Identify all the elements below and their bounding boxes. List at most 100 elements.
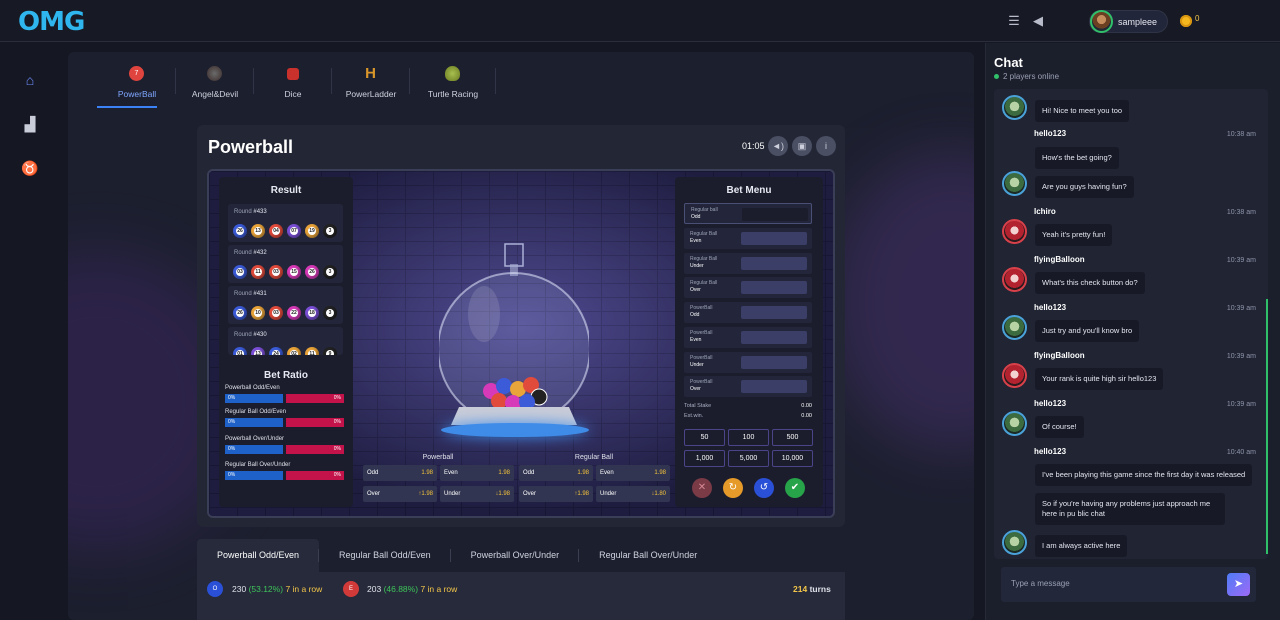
tab-regular-over-under[interactable]: Regular Ball Over/Under: [579, 539, 717, 572]
bet-row[interactable]: PowerBall Over: [684, 376, 812, 397]
tab-powerball-over-under[interactable]: Powerball Over/Under: [451, 539, 580, 572]
tab-dice[interactable]: Dice: [254, 62, 332, 107]
ratio-bar-right: 0%: [286, 445, 344, 454]
bet-row[interactable]: Regular Ball Over: [684, 277, 812, 298]
chat-username: flyingBalloon: [1034, 351, 1085, 360]
bet-amount-input[interactable]: [742, 208, 808, 221]
chat-message: Yeah it's pretty fun!: [1035, 224, 1113, 246]
sound-icon[interactable]: ◄): [768, 136, 788, 156]
ranking-icon[interactable]: ▟: [20, 114, 40, 134]
top-bar: OMG ☰ ◀ sampleee 0: [0, 0, 1280, 42]
even-stats: 203 (46.88%) 7 in a row: [367, 584, 458, 594]
coin-balance: 0: [1195, 14, 1200, 23]
angel-devil-icon: [207, 66, 222, 81]
result-title: Result: [270, 185, 302, 196]
chip-5000[interactable]: 5,000: [728, 450, 769, 467]
chat-message: Your rank is quite high sir hello123: [1035, 368, 1164, 390]
bet-amount-input[interactable]: [741, 306, 807, 319]
game-tabs: 7 PowerBall Angel&Devil Dice H PowerLadd…: [97, 62, 496, 108]
bet-menu-panel: Bet Menu Regular ball Odd Regular Ball Eve…: [675, 177, 823, 507]
odds-regular-title: Regular Ball: [574, 454, 614, 461]
bet-amount-input[interactable]: [741, 331, 807, 344]
coin-icon: [1180, 15, 1192, 27]
chip-50[interactable]: 50: [684, 429, 725, 446]
chat-panel: Chat 2 players online Hi! Nice to meet y…: [985, 43, 1280, 620]
odds-cell[interactable]: Over ↑1.98: [519, 486, 593, 502]
tab-angel-devil[interactable]: Angel&Devil: [176, 62, 254, 107]
list-icon[interactable]: ☰: [1006, 13, 1022, 29]
omg-logo[interactable]: OMG: [18, 7, 85, 37]
left-sidebar: ⌂ ▟ ♉: [0, 43, 60, 620]
tab-powerball[interactable]: 7 PowerBall: [97, 62, 176, 108]
result-panel: Result Round #433 26 13 04 07 19 3 Round…: [219, 177, 353, 507]
ratio-bar-right: 0%: [286, 418, 344, 427]
chat-scrollbar[interactable]: [1266, 299, 1268, 554]
send-icon[interactable]: ➤: [1227, 573, 1250, 596]
megaphone-icon[interactable]: ◀: [1030, 13, 1046, 29]
round-timer: 01:05: [742, 141, 765, 151]
chip-100[interactable]: 100: [728, 429, 769, 446]
avatar: [1002, 363, 1027, 388]
bet-row[interactable]: PowerBall Odd: [684, 302, 812, 323]
rules-icon[interactable]: ▣: [792, 136, 812, 156]
bet-row[interactable]: Regular Ball Even: [684, 228, 812, 249]
zodiac-icon[interactable]: ♉: [20, 158, 40, 178]
tab-regular-odd-even[interactable]: Regular Ball Odd/Even: [319, 539, 451, 572]
dice-icon: [287, 68, 299, 80]
avatar: [1002, 530, 1027, 555]
bet-amount-input[interactable]: [741, 380, 807, 393]
chip-10000[interactable]: 10,000: [772, 450, 813, 467]
chat-message: What's this check button do?: [1035, 272, 1145, 294]
tab-turtle-racing[interactable]: Turtle Racing: [410, 62, 496, 107]
bet-row[interactable]: Regular Ball Under: [684, 253, 812, 274]
refresh-button[interactable]: ↻: [723, 478, 743, 498]
result-round: Round #433 26 13 04 07 19 3: [228, 204, 343, 242]
chat-time: 10:38 am: [1226, 131, 1256, 138]
ratio-bar-left: 0%: [225, 418, 283, 427]
bet-row[interactable]: PowerBall Under: [684, 352, 812, 373]
bet-amount-input[interactable]: [741, 356, 807, 369]
chat-username: hello123: [1034, 447, 1067, 456]
odds-cell[interactable]: Even 1.98: [440, 465, 514, 481]
bet-amount-input[interactable]: [741, 281, 807, 294]
result-round: Round #432 03 11 03 15 26 3: [228, 245, 343, 283]
bet-menu-title: Bet Menu: [726, 185, 772, 196]
odds-cell[interactable]: Over ↑1.98: [363, 486, 437, 502]
ratio-bar-right: 0%: [286, 394, 344, 403]
chat-time: 10:39 am: [1226, 257, 1256, 264]
tab-powerladder[interactable]: H PowerLadder: [332, 62, 410, 107]
user-profile-pill[interactable]: sampleee: [1089, 10, 1168, 33]
odds-cell[interactable]: Odd 1.98: [363, 465, 437, 481]
bet-row[interactable]: Regular ball Odd: [684, 203, 812, 224]
avatar: [1002, 411, 1027, 436]
game-panel: Powerball 01:05 ◄) ▣ i Result Round #433…: [197, 125, 845, 527]
chat-time: 10:38 am: [1226, 209, 1256, 216]
chip-500[interactable]: 500: [772, 429, 813, 446]
confirm-bet-button[interactable]: ✔: [785, 478, 805, 498]
undo-button[interactable]: ↺: [754, 478, 774, 498]
avatar: [1002, 171, 1027, 196]
chat-time: 10:39 am: [1226, 353, 1256, 360]
ratio-bar-left: 0%: [225, 471, 283, 480]
odds-cell[interactable]: Under ↓1.80: [596, 486, 670, 502]
globe-base-glow: [441, 423, 589, 437]
chat-time: 10:39 am: [1226, 401, 1256, 408]
chip-1000[interactable]: 1,000: [684, 450, 725, 467]
odds-cell[interactable]: Under ↓1.98: [440, 486, 514, 502]
odds-cell[interactable]: Odd 1.98: [519, 465, 593, 481]
tab-powerball-odd-even[interactable]: Powerball Odd/Even: [197, 539, 320, 572]
odds-cell[interactable]: Even 1.98: [596, 465, 670, 481]
bet-ratio-title: Bet Ratio: [264, 370, 308, 381]
bet-amount-input[interactable]: [741, 232, 807, 245]
info-icon[interactable]: i: [816, 136, 836, 156]
chat-input[interactable]: Type a message ➤: [1001, 567, 1256, 602]
bet-amount-input[interactable]: [741, 257, 807, 270]
chat-username: hello123: [1034, 129, 1067, 138]
user-avatar: [1090, 10, 1113, 33]
result-round: Round #430 01 13 24 02 11 9: [228, 327, 343, 355]
home-icon[interactable]: ⌂: [20, 70, 40, 90]
avatar: [1002, 315, 1027, 340]
bet-row[interactable]: PowerBall Even: [684, 327, 812, 348]
chat-message: I am always active here: [1035, 535, 1128, 557]
cancel-bet-button[interactable]: ✕: [692, 478, 712, 498]
